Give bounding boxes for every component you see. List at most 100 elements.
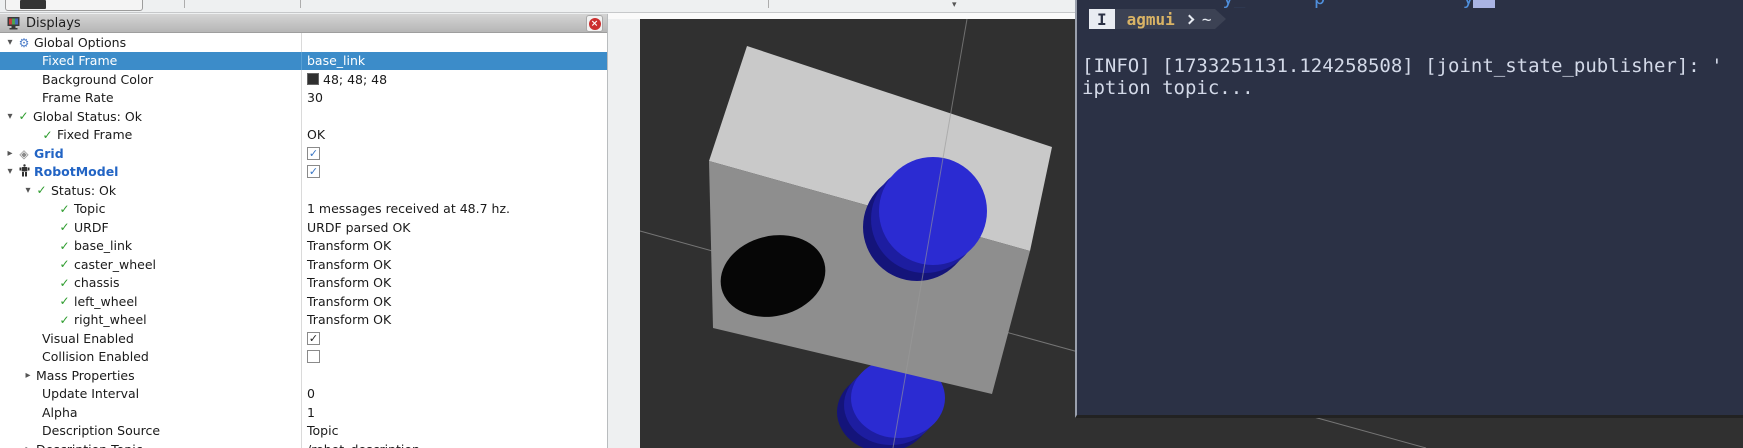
property-label: left_wheel: [74, 294, 138, 309]
status-ok-check-icon: ✓: [40, 128, 55, 142]
status-ok-check-icon: ✓: [57, 239, 72, 253]
property-label: base_link: [74, 238, 132, 253]
terminal-command-line: ros2 run joint_state_publisher joint_sta…: [1082, 33, 1743, 55]
chevron-right-icon[interactable]: ▸: [4, 148, 16, 159]
tree-row[interactable]: ▾ RobotModel ✓: [0, 163, 607, 182]
property-label: Update Interval: [42, 386, 139, 401]
property-value[interactable]: Transform OK: [307, 257, 391, 272]
powerline-arrow-tip-icon: [1215, 9, 1226, 29]
tree-row[interactable]: Background Color 48; 48; 48: [0, 70, 607, 89]
property-label: Frame Rate: [42, 90, 114, 105]
tree-row[interactable]: Description SourceTopic: [0, 422, 607, 441]
tree-row[interactable]: ✓caster_wheelTransform OK: [0, 255, 607, 274]
enable-checkbox[interactable]: ✓: [307, 332, 320, 345]
property-value[interactable]: Transform OK: [307, 294, 391, 309]
property-value[interactable]: /robot_description: [307, 442, 420, 448]
powerline-chevron-icon: [1184, 14, 1194, 24]
tree-row[interactable]: ✓base_link Transform OK: [0, 237, 607, 256]
tree-row[interactable]: ✓chassisTransform OK: [0, 274, 607, 293]
status-ok-check-icon: ✓: [57, 220, 72, 234]
terminal-output-line: [INFO] [1733251131.124258508] [joint_sta…: [1082, 55, 1743, 77]
toolbar-separator: [768, 0, 769, 8]
tree-row[interactable]: ✓right_wheel Transform OK: [0, 311, 607, 330]
property-label: Description Topic: [36, 442, 143, 448]
color-swatch[interactable]: [307, 73, 319, 85]
property-value[interactable]: Transform OK: [307, 275, 391, 290]
chevron-right-icon[interactable]: ▸: [22, 370, 34, 381]
property-label: RobotModel: [34, 164, 118, 179]
tree-row[interactable]: ▾✓Global Status: Ok: [0, 107, 607, 126]
displays-panel: Displays × ▾⚙Global OptionsFixed Frame ba…: [0, 14, 608, 448]
prompt-user-chip: agmui ~: [1115, 9, 1216, 29]
tree-row[interactable]: ▾✓Status: Ok: [0, 181, 607, 200]
tree-row[interactable]: Fixed Frame base_link: [0, 52, 607, 71]
property-label: Global Status: Ok: [33, 109, 142, 124]
toolbar-separator: [300, 0, 301, 8]
property-label: Mass Properties: [36, 368, 135, 383]
property-value[interactable]: 0: [307, 386, 315, 401]
property-value[interactable]: 48; 48; 48: [323, 72, 387, 87]
tree-row[interactable]: ▸Description Topic/robot_description: [0, 440, 607, 448]
property-label: Alpha: [42, 405, 78, 420]
terminal-window[interactable]: y_ p y I agmui ~ ros2 run joint_state_pu…: [1075, 0, 1743, 418]
status-ok-check-icon: ✓: [16, 109, 31, 123]
prompt-directory: ~: [1202, 10, 1212, 29]
property-value[interactable]: Topic: [307, 423, 338, 438]
property-label: Visual Enabled: [42, 331, 134, 346]
displays-tree: ▾⚙Global OptionsFixed Frame base_link Back…: [0, 33, 607, 448]
tree-row[interactable]: Alpha 1: [0, 403, 607, 422]
toolbar-button-icon: [20, 0, 46, 9]
chevron-down-icon[interactable]: ▾: [4, 111, 16, 122]
terminal-output-line: iption topic...: [1082, 77, 1743, 99]
vi-mode-indicator: I: [1089, 9, 1115, 29]
enable-checkbox[interactable]: [307, 350, 320, 363]
displays-icon: [7, 16, 20, 30]
property-label: Background Color: [42, 72, 153, 87]
robot-icon: [19, 164, 30, 177]
tree-row[interactable]: ✓Fixed FrameOK: [0, 126, 607, 145]
property-value[interactable]: 30: [307, 90, 323, 105]
rviz-workspace: ▾ Displays × ▾⚙Global OptionsFixed Frame…: [0, 0, 1743, 448]
property-label: Global Options: [34, 35, 126, 50]
enable-checkbox[interactable]: ✓: [307, 147, 320, 160]
property-label: Topic: [74, 201, 105, 216]
tree-row[interactable]: ✓Topic1 messages received at 48.7 hz.: [0, 200, 607, 219]
grid-icon: ◈: [19, 147, 28, 161]
chevron-down-icon[interactable]: ▾: [22, 185, 34, 196]
tree-row[interactable]: ▸Mass Properties: [0, 366, 607, 385]
tree-row[interactable]: ✓left_wheelTransform OK: [0, 292, 607, 311]
terminal-cursor-line: [1082, 99, 1743, 121]
property-label: right_wheel: [74, 312, 147, 327]
enable-checkbox[interactable]: ✓: [307, 165, 320, 178]
tree-row[interactable]: ✓URDF URDF parsed OK: [0, 218, 607, 237]
tree-row[interactable]: ▸◈ Grid ✓: [0, 144, 607, 163]
displays-panel-header[interactable]: Displays ×: [0, 14, 607, 33]
status-ok-check-icon: ✓: [57, 313, 72, 327]
tree-row[interactable]: ▾⚙Global Options: [0, 33, 607, 52]
property-value[interactable]: OK: [307, 127, 325, 142]
toolbar-overflow-caret[interactable]: ▾: [952, 0, 957, 10]
status-ok-check-icon: ✓: [34, 183, 49, 197]
chevron-down-icon[interactable]: ▾: [4, 37, 16, 48]
property-label: URDF: [74, 220, 109, 235]
property-label: Fixed Frame: [42, 53, 117, 68]
property-value[interactable]: base_link: [307, 53, 365, 68]
property-label: chassis: [74, 275, 119, 290]
close-panel-button[interactable]: ×: [586, 15, 603, 32]
terminal-previous-line-clipped: y_ p y: [1082, 0, 1743, 8]
tree-row[interactable]: Update Interval 0: [0, 385, 607, 404]
chevron-down-icon[interactable]: ▾: [4, 166, 16, 177]
tree-row[interactable]: Collision Enabled: [0, 348, 607, 367]
property-value[interactable]: 1 messages received at 48.7 hz.: [307, 201, 510, 216]
tree-row[interactable]: Visual Enabled ✓: [0, 329, 607, 348]
terminal-prompt-bar: I agmui ~: [1082, 9, 1743, 29]
toolbar-partial-button[interactable]: [5, 0, 143, 11]
property-value[interactable]: Transform OK: [307, 238, 391, 253]
property-label: Grid: [34, 146, 64, 161]
panel-title: Displays: [26, 16, 81, 31]
property-value[interactable]: 1: [307, 405, 315, 420]
property-value[interactable]: URDF parsed OK: [307, 220, 411, 235]
chevron-right-icon[interactable]: ▸: [22, 444, 34, 448]
property-value[interactable]: Transform OK: [307, 312, 391, 327]
tree-row[interactable]: Frame Rate 30: [0, 89, 607, 108]
